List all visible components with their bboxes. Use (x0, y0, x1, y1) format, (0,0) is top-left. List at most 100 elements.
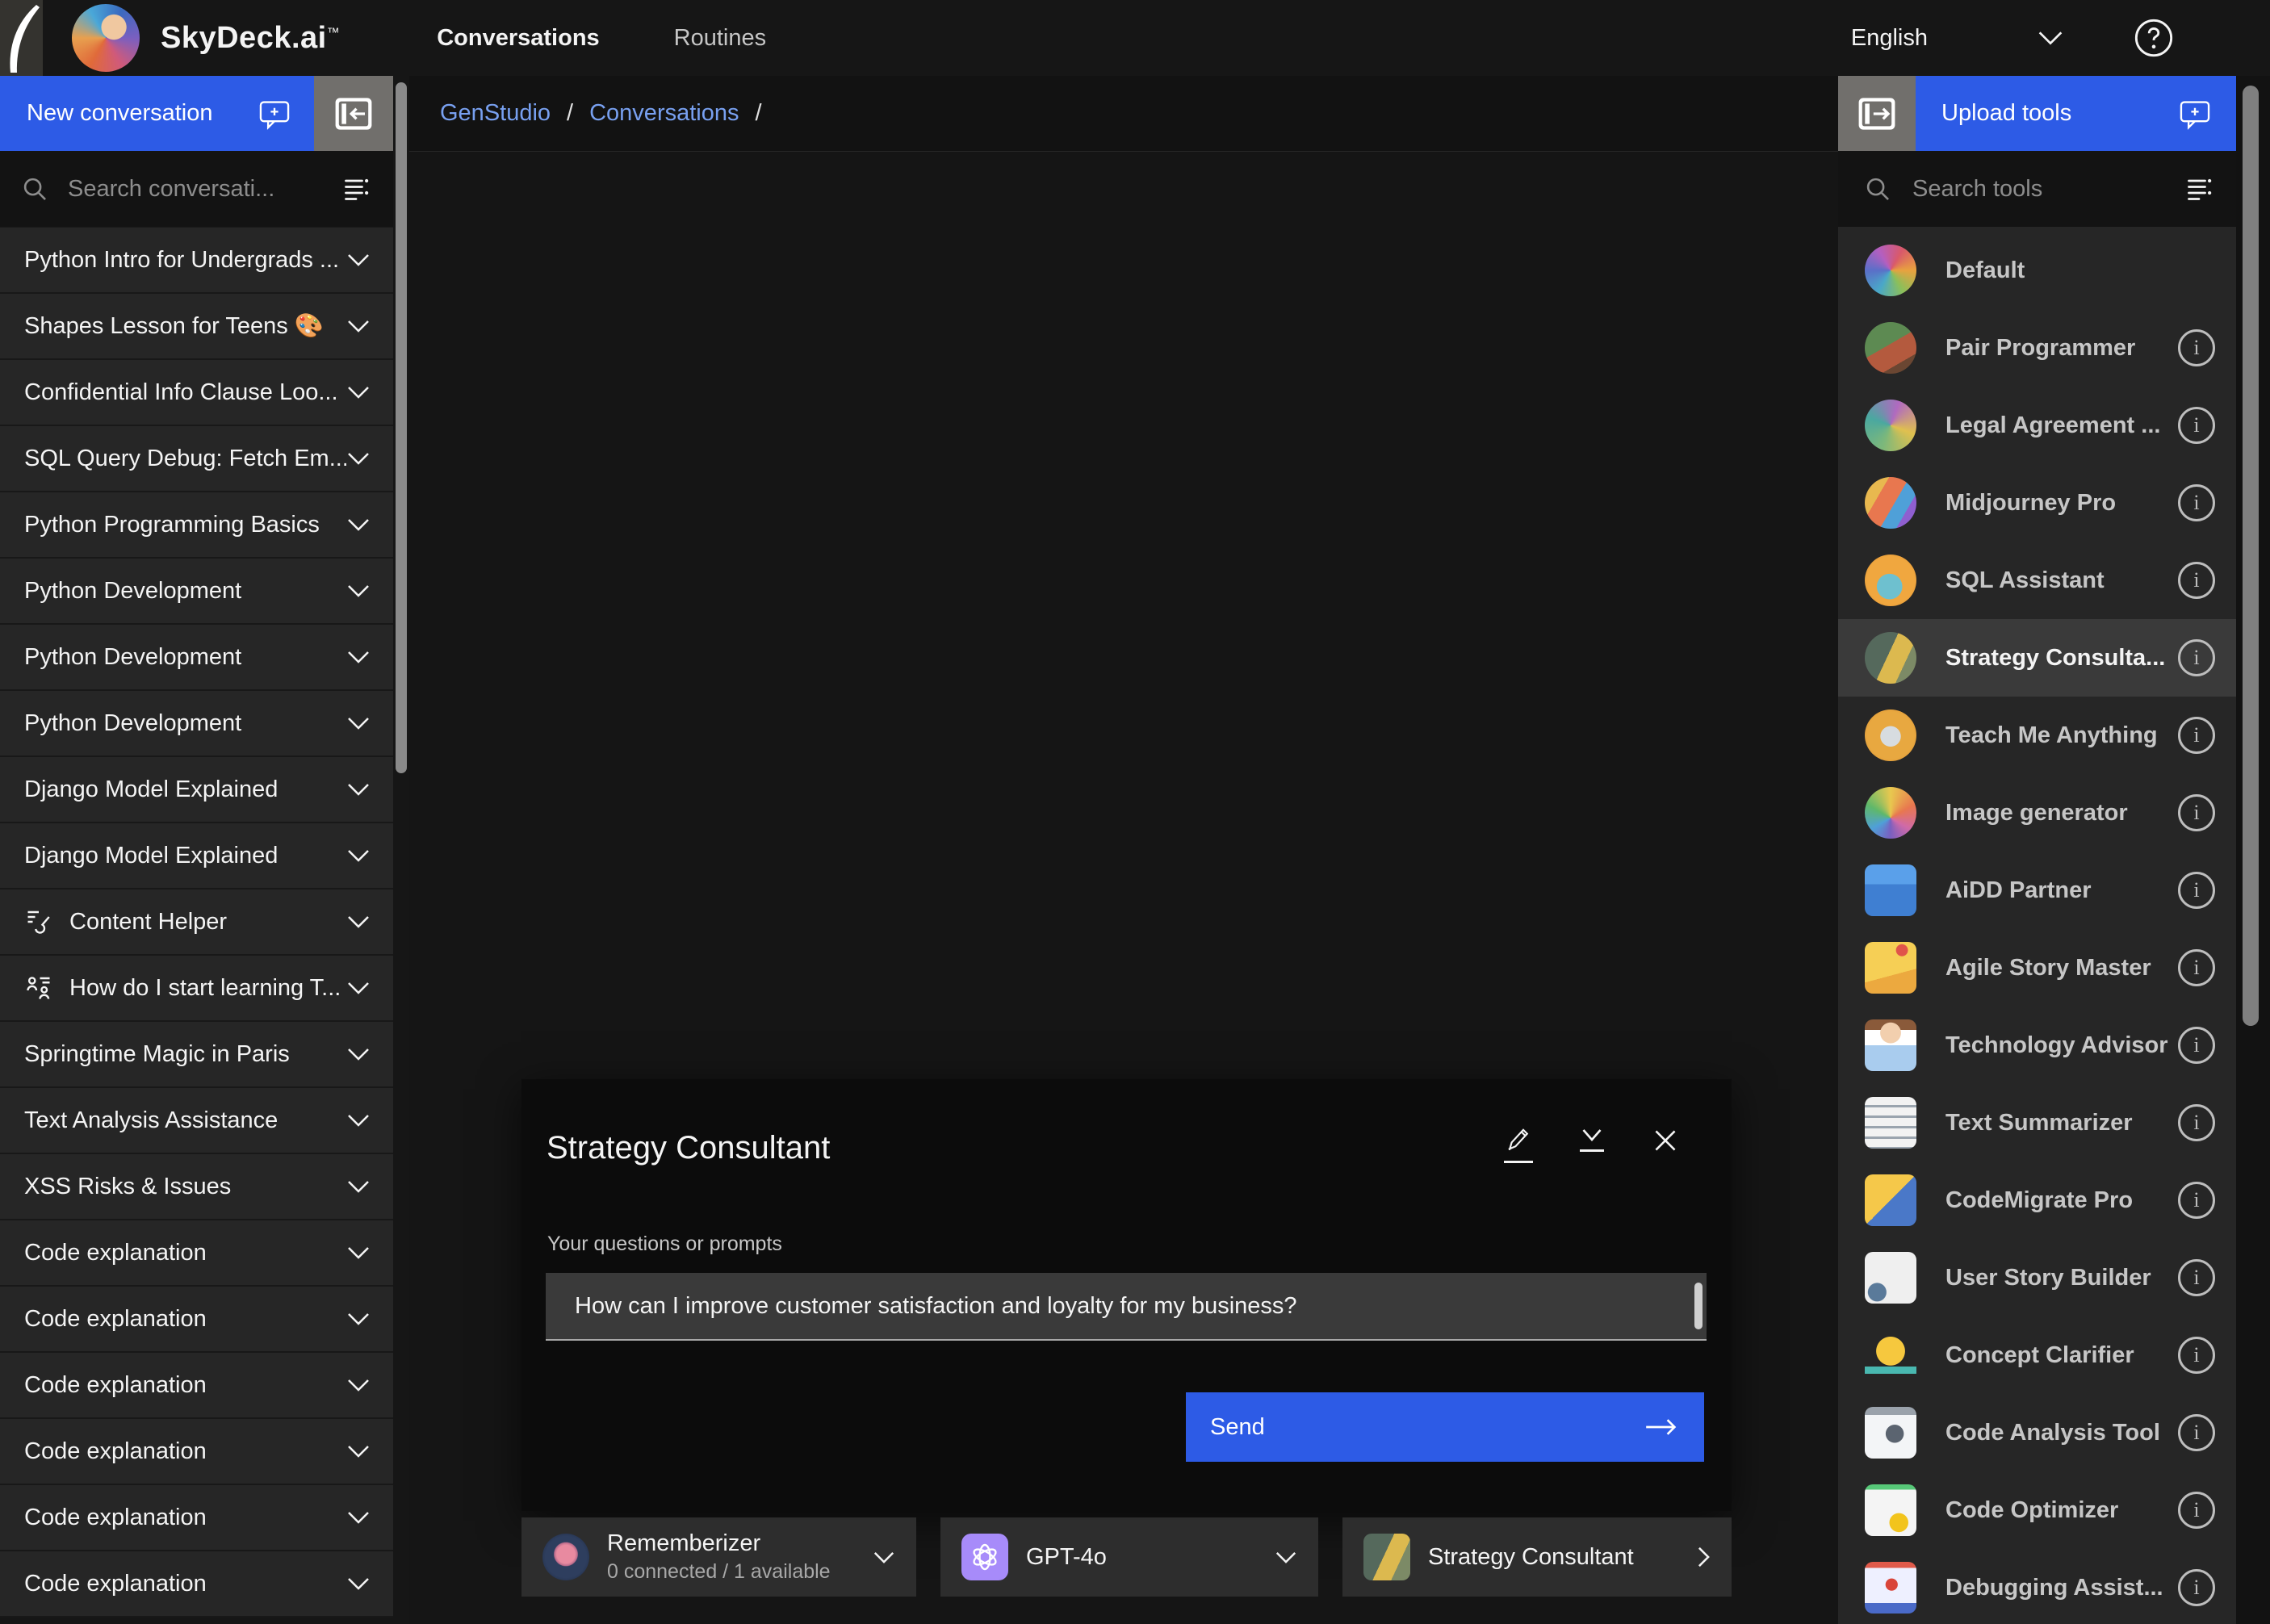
language-selector[interactable]: English (1851, 25, 1928, 52)
tool-item[interactable]: Code Optimizer i (1838, 1471, 2236, 1549)
chevron-down-icon[interactable] (346, 1245, 371, 1260)
tool-item[interactable]: Strategy Consulta... i (1838, 619, 2236, 697)
conversation-item[interactable]: Code explanation (0, 1419, 393, 1485)
conversation-item[interactable]: Django Model Explained (0, 757, 393, 823)
help-icon[interactable] (2133, 17, 2175, 59)
prompt-value[interactable]: How can I improve customer satisfaction … (546, 1293, 1694, 1320)
conversation-item[interactable]: Code explanation (0, 1220, 393, 1287)
chevron-down-icon[interactable] (346, 716, 371, 730)
tool-item[interactable]: Teach Me Anything i (1838, 697, 2236, 774)
tool-item[interactable]: CodeMigrate Pro i (1838, 1161, 2236, 1239)
collapse-left-panel-button[interactable] (314, 76, 393, 151)
conversation-item[interactable]: Text Analysis Assistance (0, 1088, 393, 1154)
send-button[interactable]: Send (1186, 1392, 1704, 1462)
info-icon[interactable]: i (2178, 1182, 2215, 1219)
tool-item[interactable]: Pair Programmer i (1838, 309, 2236, 387)
chevron-down-icon[interactable] (346, 1113, 371, 1128)
chevron-down-icon[interactable] (346, 650, 371, 664)
conversation-item[interactable]: Python Development (0, 559, 393, 625)
tool-item[interactable]: Concept Clarifier i (1838, 1316, 2236, 1394)
info-icon[interactable]: i (2178, 1027, 2215, 1064)
tool-item[interactable]: Agile Story Master i (1838, 929, 2236, 1007)
assistant-selector[interactable]: Strategy Consultant (1342, 1517, 1732, 1597)
conversation-item[interactable]: Code explanation (0, 1287, 393, 1353)
conversation-item[interactable]: Python Programming Basics (0, 492, 393, 559)
conversations-scrollbar[interactable] (393, 76, 409, 1624)
close-icon[interactable] (1651, 1126, 1680, 1155)
prompt-input[interactable]: How can I improve customer satisfaction … (546, 1273, 1707, 1341)
filter-list-icon[interactable] (2183, 173, 2215, 205)
conversation-item[interactable]: How do I start learning T... (0, 956, 393, 1022)
collapse-right-panel-button[interactable] (1838, 76, 1916, 151)
conversation-item[interactable]: Confidential Info Clause Loo... (0, 360, 393, 426)
conversation-item[interactable]: Content Helper (0, 889, 393, 956)
chevron-down-icon[interactable] (346, 1312, 371, 1326)
info-icon[interactable]: i (2178, 1492, 2215, 1529)
info-icon[interactable]: i (2178, 1337, 2215, 1374)
chevron-down-icon[interactable] (346, 915, 371, 929)
tool-item[interactable]: Technology Advisor i (1838, 1007, 2236, 1084)
chevron-down-icon[interactable] (346, 319, 371, 333)
conversation-item[interactable]: Python Intro for Undergrads ... (0, 228, 393, 294)
filter-list-icon[interactable] (340, 173, 372, 205)
chevron-down-icon[interactable] (346, 1179, 371, 1194)
chevron-down-icon[interactable] (346, 1444, 371, 1459)
conversation-item[interactable]: Django Model Explained (0, 823, 393, 889)
conversation-item[interactable]: Springtime Magic in Paris (0, 1022, 393, 1088)
breadcrumb-genstudio[interactable]: GenStudio (440, 100, 551, 127)
tool-item[interactable]: Legal Agreement ... i (1838, 387, 2236, 464)
minimize-chevron-icon[interactable] (1580, 1126, 1604, 1152)
breadcrumb-conversations[interactable]: Conversations (589, 100, 739, 127)
scrollbar-thumb[interactable] (396, 82, 407, 773)
prompt-scrollbar[interactable] (1694, 1283, 1702, 1329)
upload-tools-button[interactable]: Upload tools (1916, 76, 2236, 151)
info-icon[interactable]: i (2178, 872, 2215, 909)
info-icon[interactable]: i (2178, 1259, 2215, 1296)
info-icon[interactable]: i (2178, 639, 2215, 676)
conversation-item[interactable]: Code explanation (0, 1353, 393, 1419)
conversation-item[interactable]: Shapes Lesson for Teens 🎨 (0, 294, 393, 360)
tool-item[interactable]: Text Summarizer i (1838, 1084, 2236, 1161)
tool-search-input[interactable] (1911, 175, 2183, 203)
info-icon[interactable]: i (2178, 407, 2215, 444)
chevron-down-icon[interactable] (346, 1510, 371, 1525)
conversation-item[interactable]: Code explanation (0, 1485, 393, 1551)
edit-icon[interactable] (1504, 1126, 1533, 1163)
chevron-down-icon[interactable] (346, 981, 371, 995)
conversation-search-input[interactable] (66, 175, 340, 203)
chevron-down-icon[interactable] (346, 451, 371, 466)
chevron-down-icon[interactable] (346, 1378, 371, 1392)
tool-item[interactable]: User Story Builder i (1838, 1239, 2236, 1316)
tool-item[interactable]: Image generator i (1838, 774, 2236, 852)
info-icon[interactable]: i (2178, 717, 2215, 754)
tool-item[interactable]: SQL Assistant i (1838, 542, 2236, 619)
info-icon[interactable]: i (2178, 949, 2215, 986)
tab-routines[interactable]: Routines (674, 25, 766, 52)
tool-item[interactable]: AiDD Partner i (1838, 852, 2236, 929)
chevron-down-icon[interactable] (346, 253, 371, 267)
chevron-down-icon[interactable] (346, 1576, 371, 1591)
info-icon[interactable]: i (2178, 1104, 2215, 1141)
conversation-item[interactable]: SQL Query Debug: Fetch Em... (0, 426, 393, 492)
info-icon[interactable]: i (2178, 1414, 2215, 1451)
info-icon[interactable]: i (2178, 329, 2215, 366)
conversation-item[interactable]: XSS Risks & Issues (0, 1154, 393, 1220)
scrollbar-thumb[interactable] (2243, 86, 2259, 1026)
tool-item[interactable]: Debugging Assist... i (1838, 1549, 2236, 1624)
chevron-down-icon[interactable] (2037, 30, 2064, 46)
rememberizer-selector[interactable]: Rememberizer 0 connected / 1 available (521, 1517, 916, 1597)
tool-item[interactable]: Default (1838, 232, 2236, 309)
chevron-down-icon[interactable] (346, 517, 371, 532)
workspace-logo[interactable] (0, 0, 43, 76)
chevron-down-icon[interactable] (346, 782, 371, 797)
tool-item[interactable]: Midjourney Pro i (1838, 464, 2236, 542)
conversation-item[interactable]: Python Development (0, 691, 393, 757)
tools-scrollbar[interactable] (2236, 76, 2270, 1624)
conversation-item[interactable]: Python Development (0, 625, 393, 691)
info-icon[interactable]: i (2178, 1569, 2215, 1606)
info-icon[interactable]: i (2178, 794, 2215, 831)
info-icon[interactable]: i (2178, 484, 2215, 521)
chevron-down-icon[interactable] (346, 848, 371, 863)
chevron-down-icon[interactable] (346, 584, 371, 598)
conversation-item[interactable]: Code explanation (0, 1551, 393, 1618)
